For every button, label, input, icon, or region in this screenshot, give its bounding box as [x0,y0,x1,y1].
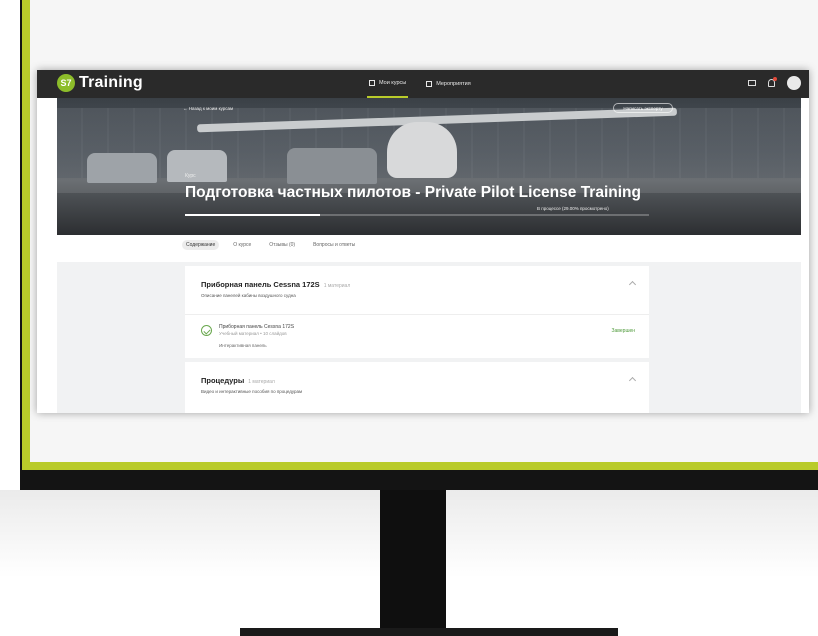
progress-bar-fill [185,214,320,216]
chevron-up-icon[interactable] [628,376,637,385]
section-count: 1 материал [323,283,351,289]
section-count: 1 материал [248,379,275,385]
section-title[interactable]: Процедуры 1 материал [201,376,275,385]
nav-my-courses[interactable]: Мои курсы [367,70,409,98]
logo[interactable]: S7 Training [57,74,143,92]
item-type: Интерактивная панель [219,343,267,348]
main-nav: Мои курсы Мероприятия [367,70,473,98]
mail-icon[interactable] [748,80,756,86]
tab-contents[interactable]: Содержание [182,240,220,250]
background-car [287,148,377,184]
calendar-icon [426,81,433,87]
background-car [167,150,227,182]
back-to-courses-link[interactable]: ← Назад к моим курсам [183,106,233,111]
list-item[interactable]: Приборная панель Cessna 172S Учебный мат… [185,314,649,360]
airplane-fuselage [387,122,457,178]
section-title[interactable]: Приборная панель Cessna 172S 1 материал [201,280,350,289]
tab-reviews[interactable]: Отзывы (0) [265,240,299,250]
section-title-text: Процедуры [201,376,245,385]
course-hero-banner: ← Назад к моим курсам Написать эксперту … [57,98,801,235]
nav-events-label: Мероприятия [436,81,471,87]
status-badge: Завершен [611,328,635,334]
logo-text: Training [79,74,143,91]
progress-bar [185,214,649,216]
background-car [87,153,157,183]
s7-logo-icon: S7 [57,74,75,92]
monitor-stand-base [240,628,618,636]
section-card-instrument-panel: Приборная панель Cessna 172S 1 материал О… [185,266,649,358]
page-title: Подготовка частных пилотов - Private Pil… [185,184,641,201]
nav-events[interactable]: Мероприятия [424,70,472,98]
chevron-up-icon[interactable] [628,280,637,289]
monitor-stand-neck [380,490,446,630]
check-circle-icon [201,325,212,336]
top-icons [748,76,801,90]
nav-my-courses-label: Мои курсы [379,80,407,86]
tab-qa[interactable]: Вопросы и ответы [309,240,359,250]
tab-about[interactable]: О курсе [229,240,255,250]
section-description: Описание панелей кабины воздушного судна [201,293,296,298]
course-content-panel: Приборная панель Cessna 172S 1 материал О… [57,262,801,413]
top-navigation-bar: S7 Training Мои курсы Мероприятия [37,70,809,98]
section-description: Видео и интерактивные пособия по процеду… [201,389,303,394]
section-card-procedures: Процедуры 1 материал Видео и интерактивны… [185,362,649,413]
notification-dot [773,77,777,81]
item-title: Приборная панель Cessna 172S [219,324,295,330]
book-icon [369,80,375,86]
breadcrumb: Курс [185,173,196,179]
contact-expert-button[interactable]: Написать эксперту [613,103,673,113]
avatar[interactable] [787,76,801,90]
progress-status: В процессе (29.00% просмотрено) [537,206,609,211]
item-meta: Учебный материал • 10 слайдов [219,331,287,336]
course-tabs: Содержание О курсе Отзывы (0) Вопросы и … [182,238,359,252]
section-title-text: Приборная панель Cessna 172S [201,280,320,289]
app-window: S7 Training Мои курсы Мероприятия ← Наза [37,70,809,413]
notification-bell-icon[interactable] [768,77,777,87]
